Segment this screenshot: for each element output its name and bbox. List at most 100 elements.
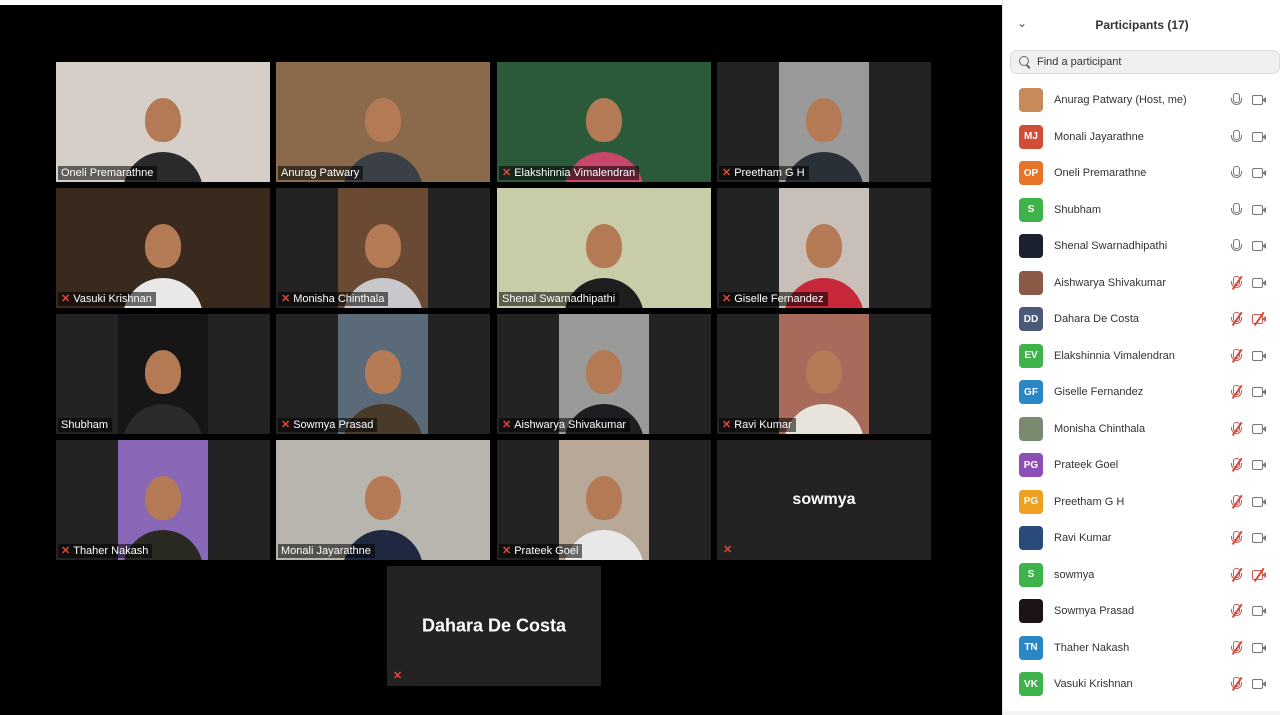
participant-name: Thaher Nakash bbox=[1054, 641, 1130, 654]
mic-muted-icon[interactable] bbox=[1230, 567, 1243, 582]
participant-name-label: ✕ Ravi Kumar bbox=[719, 418, 796, 432]
avatar bbox=[1019, 234, 1043, 259]
mic-muted-icon[interactable] bbox=[1230, 421, 1243, 436]
video-camera-icon[interactable] bbox=[1252, 277, 1267, 288]
avatar: OP bbox=[1019, 161, 1043, 186]
participant-display-name: sowmya bbox=[792, 491, 856, 508]
video-camera-icon[interactable] bbox=[1252, 204, 1267, 215]
video-tile[interactable]: ✕ Elakshinnia Vimalendran bbox=[497, 62, 711, 182]
mic-muted-icon[interactable] bbox=[1230, 531, 1243, 545]
video-tile[interactable]: ✕ Vasuki Krishnan bbox=[56, 188, 270, 308]
video-off-icon[interactable] bbox=[1252, 567, 1267, 582]
mic-icon[interactable] bbox=[1230, 239, 1242, 253]
mic-muted-icon[interactable] bbox=[1230, 494, 1243, 509]
avatar: S bbox=[1019, 562, 1043, 587]
avatar: GF bbox=[1019, 380, 1043, 405]
participant-name-label: ✕ Elakshinnia Vimalendran bbox=[499, 166, 640, 180]
participant-status-icons bbox=[1230, 119, 1267, 156]
video-tile[interactable]: Shenal Swarnadhipathi bbox=[497, 188, 711, 308]
participant-row[interactable]: DD Dahara De Costa bbox=[1003, 301, 1280, 338]
mic-muted-icon[interactable] bbox=[1230, 275, 1243, 290]
mic-muted-icon[interactable] bbox=[1230, 458, 1243, 472]
video-camera-icon[interactable] bbox=[1252, 131, 1267, 142]
video-camera-icon[interactable] bbox=[1252, 423, 1267, 434]
video-camera-icon[interactable] bbox=[1252, 460, 1267, 471]
mic-muted-icon[interactable] bbox=[1230, 348, 1243, 363]
participant-row[interactable]: GF Giselle Fernandez bbox=[1003, 374, 1280, 411]
participant-name: Anurag Patwary (Host, me) bbox=[1054, 94, 1187, 107]
mic-icon[interactable] bbox=[1230, 166, 1242, 180]
video-tile[interactable]: Oneli Premarathne bbox=[56, 62, 270, 182]
participant-search[interactable] bbox=[1010, 50, 1280, 74]
video-camera-icon[interactable] bbox=[1252, 496, 1267, 507]
participant-name: Monisha Chinthala bbox=[1054, 422, 1146, 435]
participant-status-icons bbox=[1230, 447, 1267, 484]
video-camera-icon[interactable] bbox=[1252, 95, 1267, 106]
participants-panel: ⌄ Participants (17) Anurag Patwary (Host… bbox=[1002, 0, 1280, 715]
video-camera-icon[interactable] bbox=[1252, 387, 1267, 398]
participant-row[interactable]: Aishwarya Shivakumar bbox=[1003, 265, 1280, 302]
participant-name: Elakshinnia Vimalendran bbox=[1054, 349, 1175, 362]
video-camera-icon[interactable] bbox=[1252, 642, 1267, 653]
participant-row[interactable]: EV Elakshinnia Vimalendran bbox=[1003, 338, 1280, 375]
participant-name: Shenal Swarnadhipathi bbox=[1054, 240, 1168, 253]
video-camera-icon[interactable] bbox=[1252, 350, 1267, 361]
mic-muted-icon[interactable] bbox=[1230, 385, 1243, 399]
video-tile[interactable]: ✕ Prateek Goel bbox=[497, 440, 711, 560]
video-tile[interactable]: ✕ Aishwarya Shivakumar bbox=[497, 314, 711, 434]
participant-row[interactable]: PG Preetham G H bbox=[1003, 484, 1280, 521]
participant-video bbox=[779, 314, 869, 434]
video-camera-icon[interactable] bbox=[1252, 606, 1267, 617]
video-off-icon[interactable] bbox=[1252, 312, 1267, 326]
mic-muted-icon[interactable] bbox=[1230, 677, 1243, 691]
video-tile[interactable]: ✕ Thaher Nakash bbox=[56, 440, 270, 560]
video-tile-camera-off[interactable]: Dahara De Costa ✕ bbox=[387, 566, 601, 686]
mic-icon[interactable] bbox=[1230, 129, 1242, 144]
participant-row[interactable]: Shenal Swarnadhipathi bbox=[1003, 228, 1280, 265]
participant-name-label: Shenal Swarnadhipathi bbox=[499, 292, 620, 306]
mic-icon[interactable] bbox=[1230, 202, 1242, 217]
participant-status-icons bbox=[1230, 301, 1267, 338]
participant-row[interactable]: MJ Monali Jayarathne bbox=[1003, 119, 1280, 156]
video-tile[interactable]: ✕ Preetham G H bbox=[717, 62, 931, 182]
participant-row[interactable]: TN Thaher Nakash bbox=[1003, 630, 1280, 667]
avatar: PG bbox=[1019, 453, 1043, 478]
participant-row[interactable]: Sowmya Prasad bbox=[1003, 593, 1280, 630]
video-tile-camera-off[interactable]: sowmya ✕ bbox=[717, 440, 931, 560]
muted-mic-icon: ✕ bbox=[61, 292, 71, 305]
mic-muted-icon[interactable] bbox=[1230, 604, 1243, 618]
video-tile[interactable]: Monali Jayarathne bbox=[276, 440, 490, 560]
participant-row[interactable]: Anurag Patwary (Host, me) bbox=[1003, 82, 1280, 119]
panel-title: Participants (17) bbox=[1095, 18, 1189, 32]
video-tile[interactable]: ✕ Sowmya Prasad bbox=[276, 314, 490, 434]
avatar: S bbox=[1019, 197, 1043, 222]
participant-name: sowmya bbox=[1054, 568, 1095, 581]
search-input[interactable] bbox=[1037, 56, 1257, 68]
participant-row[interactable]: Ravi Kumar bbox=[1003, 520, 1280, 557]
mic-icon[interactable] bbox=[1230, 93, 1242, 107]
video-tile[interactable]: Shubham bbox=[56, 314, 270, 434]
video-tile[interactable]: ✕ Ravi Kumar bbox=[717, 314, 931, 434]
participant-row[interactable]: Ssowmya bbox=[1003, 557, 1280, 594]
video-tile[interactable]: ✕ Monisha Chinthala bbox=[276, 188, 490, 308]
participant-name-label: ✕ Aishwarya Shivakumar bbox=[499, 418, 631, 432]
video-tile-active-speaker[interactable]: Anurag Patwary bbox=[276, 62, 490, 182]
participant-row[interactable]: S Shubham bbox=[1003, 192, 1280, 229]
participant-video bbox=[779, 62, 869, 182]
participant-status-icons bbox=[1230, 155, 1267, 192]
avatar bbox=[1019, 416, 1043, 441]
participant-row[interactable]: VK Vasuki Krishnan bbox=[1003, 666, 1280, 703]
video-camera-icon[interactable] bbox=[1252, 533, 1267, 544]
participant-video bbox=[497, 62, 711, 182]
video-camera-icon[interactable] bbox=[1252, 241, 1267, 252]
participant-row[interactable]: OP Oneli Premarathne bbox=[1003, 155, 1280, 192]
participant-status-icons bbox=[1230, 630, 1267, 667]
mic-muted-icon[interactable] bbox=[1230, 312, 1243, 326]
video-camera-icon[interactable] bbox=[1252, 679, 1267, 690]
mic-muted-icon[interactable] bbox=[1230, 640, 1243, 655]
participant-row[interactable]: Monisha Chinthala bbox=[1003, 411, 1280, 448]
participant-row[interactable]: PG Prateek Goel bbox=[1003, 447, 1280, 484]
video-camera-icon[interactable] bbox=[1252, 168, 1267, 179]
participant-name-label: ✕ Sowmya Prasad bbox=[278, 418, 378, 432]
video-tile[interactable]: ✕ Giselle Fernandez bbox=[717, 188, 931, 308]
